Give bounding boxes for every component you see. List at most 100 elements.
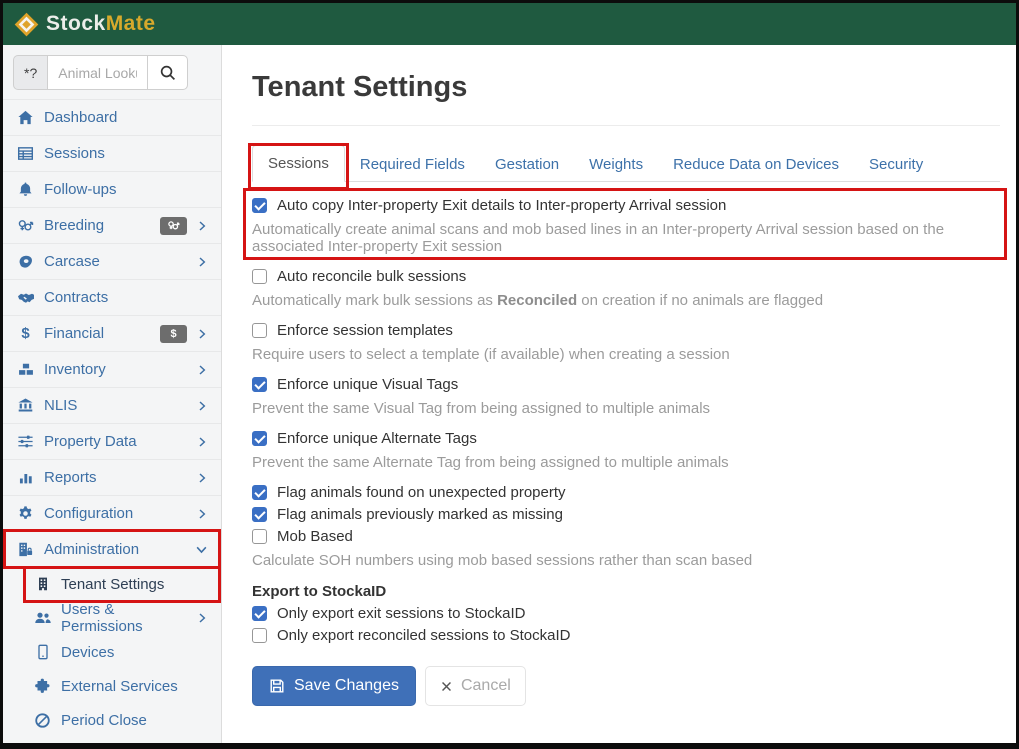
sidebar-item-administration[interactable]: Administration [3, 531, 221, 567]
setting-description: Automatically create animal scans and mo… [252, 221, 1000, 255]
setting-description: Prevent the same Alternate Tag from bein… [252, 454, 1000, 471]
sidebar-item-sessions[interactable]: Sessions [3, 135, 221, 171]
checkbox[interactable] [252, 606, 267, 621]
setting-auto-copy-inter-property: Auto copy Inter-property Exit details to… [252, 197, 1000, 255]
sidebar: *? Dashboard [3, 45, 222, 743]
tab-sessions[interactable]: Sessions [252, 145, 345, 182]
checkbox-row[interactable]: Only export reconciled sessions to Stock… [252, 627, 1000, 644]
sidebar-item-reports[interactable]: Reports [3, 459, 221, 495]
building-icon [33, 576, 52, 592]
sliders-icon [16, 433, 35, 450]
checkbox-row[interactable]: Enforce unique Visual Tags [252, 376, 1000, 393]
animal-lookup-input[interactable] [47, 55, 147, 90]
setting-mob-based: Mob Based Calculate SOH numbers using mo… [252, 528, 1000, 569]
setting-flag-marked-missing: Flag animals previously marked as missin… [252, 506, 1000, 523]
setting-description: Automatically mark bulk sessions as Reco… [252, 292, 1000, 309]
app-window: StockMate *? [0, 0, 1019, 749]
chevron-right-icon [196, 328, 208, 340]
checkbox[interactable] [252, 628, 267, 643]
checkbox[interactable] [252, 269, 267, 284]
setting-description: Prevent the same Visual Tag from being a… [252, 400, 1000, 417]
setting-flag-unexpected-property: Flag animals found on unexpected propert… [252, 484, 1000, 501]
sidebar-item-breeding[interactable]: Breeding [3, 207, 221, 243]
sidebar-item-users-permissions[interactable]: Users & Permissions [3, 601, 221, 635]
sidebar-item-external-services[interactable]: External Services [3, 669, 221, 703]
breeding-badge [160, 217, 187, 235]
checkbox[interactable] [252, 377, 267, 392]
checkbox[interactable] [252, 485, 267, 500]
users-icon [33, 609, 52, 627]
bank-icon [16, 397, 35, 414]
checkbox-row[interactable]: Flag animals previously marked as missin… [252, 506, 1000, 523]
wildcard-hint-button[interactable]: *? [13, 55, 47, 90]
chevron-right-icon [196, 256, 208, 268]
checkbox-row[interactable]: Mob Based [252, 528, 1000, 545]
stockmate-logo[interactable]: StockMate [13, 11, 156, 38]
checkbox-label: Mob Based [277, 528, 353, 545]
close-icon [440, 680, 453, 693]
checkbox-label: Auto reconcile bulk sessions [277, 268, 466, 285]
search-button[interactable] [147, 55, 188, 90]
checkbox[interactable] [252, 529, 267, 544]
checkbox-row[interactable]: Auto reconcile bulk sessions [252, 268, 1000, 285]
sidebar-item-period-close[interactable]: Period Close [3, 703, 221, 737]
checkbox-row[interactable]: Auto copy Inter-property Exit details to… [252, 197, 1000, 214]
chevron-right-icon [196, 400, 208, 412]
handshake-icon [16, 289, 35, 307]
sidebar-item-configuration[interactable]: Configuration [3, 495, 221, 531]
breeding-gender-icon [16, 217, 35, 234]
setting-auto-reconcile-bulk: Auto reconcile bulk sessions Automatical… [252, 268, 1000, 309]
app-title: StockMate [46, 12, 156, 36]
checkbox-label: Enforce unique Alternate Tags [277, 430, 477, 447]
sidebar-item-financial[interactable]: $ Financial $ [3, 315, 221, 351]
financial-badge: $ [160, 325, 187, 343]
main-content: Tenant Settings Sessions Required Fields… [222, 45, 1016, 743]
cancel-button[interactable]: Cancel [425, 666, 526, 706]
checkbox-row[interactable]: Enforce unique Alternate Tags [252, 430, 1000, 447]
checkbox[interactable] [252, 431, 267, 446]
bar-chart-icon [16, 470, 35, 486]
chevron-right-icon [196, 220, 208, 232]
setting-enforce-session-templates: Enforce session templates Require users … [252, 322, 1000, 363]
sidebar-item-devices[interactable]: Devices [3, 635, 221, 669]
tab-required-fields[interactable]: Required Fields [345, 147, 480, 182]
chevron-down-icon [195, 543, 208, 556]
checkbox-row[interactable]: Flag animals found on unexpected propert… [252, 484, 1000, 501]
checkbox-label: Flag animals previously marked as missin… [277, 506, 563, 523]
sidebar-item-dashboard[interactable]: Dashboard [3, 99, 221, 135]
sidebar-item-inventory[interactable]: Inventory [3, 351, 221, 387]
checkbox-label: Auto copy Inter-property Exit details to… [277, 197, 726, 214]
sidebar-item-property-data[interactable]: Property Data [3, 423, 221, 459]
checkbox[interactable] [252, 198, 267, 213]
checkbox-label: Flag animals found on unexpected propert… [277, 484, 566, 501]
setting-only-export-exit-sessions: Only export exit sessions to StockaID [252, 605, 1000, 622]
sidebar-item-contracts[interactable]: Contracts [3, 279, 221, 315]
chevron-right-icon [196, 364, 208, 376]
tab-reduce-data-on-devices[interactable]: Reduce Data on Devices [658, 147, 854, 182]
checkbox-row[interactable]: Only export exit sessions to StockaID [252, 605, 1000, 622]
sidebar-item-nlis[interactable]: NLIS [3, 387, 221, 423]
dollar-icon: $ [16, 326, 35, 341]
table-icon [16, 145, 35, 162]
sidebar-item-tenant-settings[interactable]: Tenant Settings [3, 567, 221, 601]
bell-icon [16, 181, 35, 198]
tab-weights[interactable]: Weights [574, 147, 658, 182]
tab-gestation[interactable]: Gestation [480, 147, 574, 182]
title-divider [252, 125, 1000, 126]
sidebar-item-follow-ups[interactable]: Follow-ups [3, 171, 221, 207]
checkbox-label: Only export exit sessions to StockaID [277, 605, 525, 622]
setting-enforce-unique-alternate-tags: Enforce unique Alternate Tags Prevent th… [252, 430, 1000, 471]
checkbox-label: Only export reconciled sessions to Stock… [277, 627, 570, 644]
save-icon [269, 678, 285, 694]
chevron-right-icon [196, 612, 208, 624]
tab-security[interactable]: Security [854, 147, 938, 182]
save-changes-button[interactable]: Save Changes [252, 666, 416, 706]
checkbox[interactable] [252, 507, 267, 522]
sidebar-item-carcase[interactable]: Carcase [3, 243, 221, 279]
puzzle-icon [33, 678, 52, 695]
animal-lookup-group: *? [13, 55, 211, 90]
checkbox-label: Enforce session templates [277, 322, 453, 339]
checkbox[interactable] [252, 323, 267, 338]
export-to-stockaid-heading: Export to StockaID [252, 583, 1000, 600]
checkbox-row[interactable]: Enforce session templates [252, 322, 1000, 339]
